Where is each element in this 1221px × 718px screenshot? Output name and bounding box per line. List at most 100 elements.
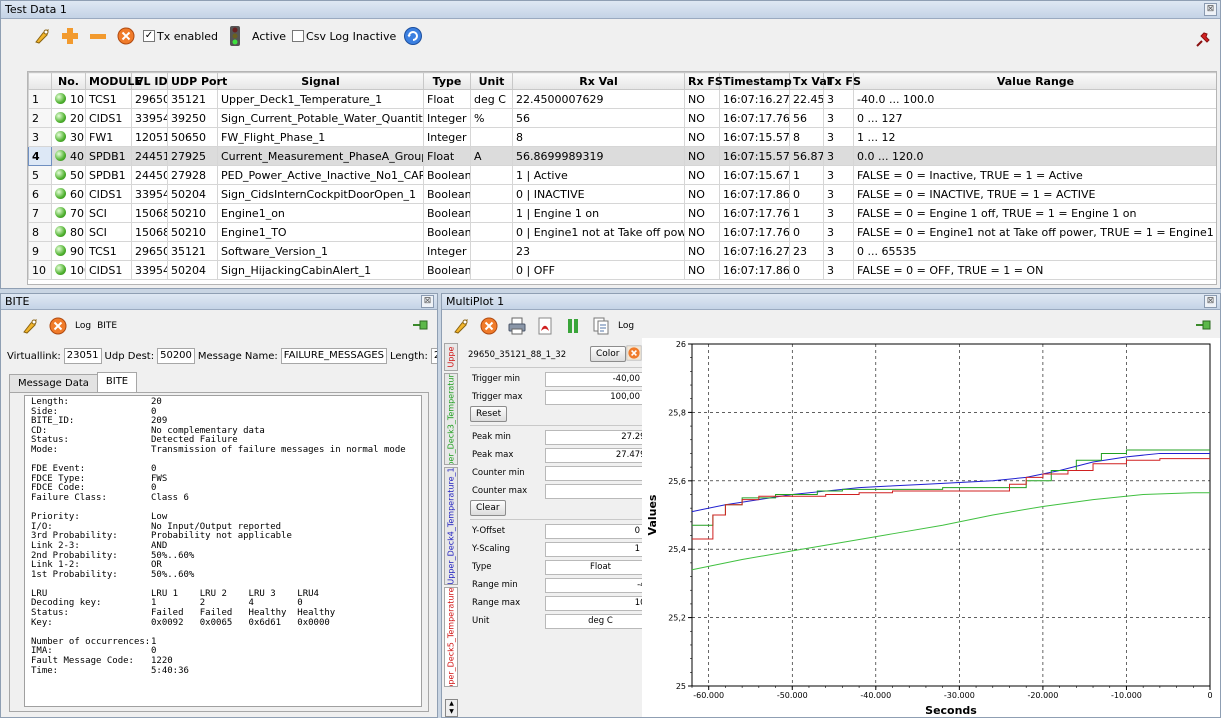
range-min-row: Range min-40 [472, 576, 656, 594]
trigger-min-input[interactable]: -40,00 [545, 371, 645, 387]
line-chart[interactable]: -60.000 -50.000 -40.000 -30.000 -20.000 -10.0… [642, 338, 1220, 718]
close-icon[interactable]: ⊠ [421, 295, 434, 308]
cell-type: Boolean [423, 203, 471, 223]
copy-icon[interactable] [590, 315, 612, 337]
bite-button[interactable]: BITE [97, 321, 117, 331]
print-icon[interactable] [506, 315, 528, 337]
row-number: 10 [70, 92, 84, 106]
bite-line: Time: 5:40:36 [31, 666, 415, 677]
connect-icon[interactable] [450, 315, 472, 337]
column-header[interactable]: MODULE [85, 72, 142, 90]
trigger-max-input[interactable]: 100,00 [545, 389, 645, 405]
table-row[interactable]: 4 40 SPDB1 24451 27925 Current_Measurement_Ph… [28, 146, 1216, 166]
bite-line: Number of occurrences: 1 [31, 637, 415, 648]
reset-button[interactable]: Reset [470, 406, 508, 422]
table-row[interactable]: 5 50 SPDB1 24450 27928 PED_Power_Active_Inact… [28, 165, 1216, 185]
cell-range: FALSE = 0 = OFF, TRUE = 1 = ON [853, 260, 1216, 280]
column-header[interactable]: Tx FS [823, 72, 861, 90]
cell-rxval: 22.4500007629 [512, 89, 685, 109]
table-row[interactable]: 9 90 TCS1 29650 35121 Software_Version_1 Integ… [28, 241, 1216, 261]
pin-icon[interactable] [1194, 31, 1212, 52]
traffic-light-icon[interactable] [224, 25, 246, 47]
remove-icon[interactable] [87, 25, 109, 47]
table-row[interactable]: 6 60 CIDS1 33954 50204 Sign_CidsInternCockpit… [28, 184, 1216, 204]
close-icon[interactable]: ⊠ [1204, 295, 1217, 308]
signal-tab[interactable]: Upper_Deck4_Temperature_1 [444, 467, 458, 585]
row-number: 100 [70, 263, 85, 277]
add-icon[interactable] [59, 25, 81, 47]
cell-txval: 0 [789, 184, 824, 204]
connect-icon[interactable] [19, 315, 41, 337]
column-header[interactable]: VL ID [131, 72, 168, 90]
cell-type: Integer [423, 108, 471, 128]
connect-icon[interactable] [31, 25, 53, 47]
udp-dest-field[interactable]: 50200 [157, 348, 195, 364]
column-header[interactable]: Rx Val [512, 72, 685, 90]
status-led-icon [55, 111, 66, 123]
multiplot-toolbar: Log [442, 314, 1220, 338]
bite-text-area[interactable]: Length: 20 Side: 0 BITE_ID: 209 CD: No compleme… [24, 395, 422, 707]
signal-tab[interactable]: Uppe [444, 343, 458, 371]
cell-module: CIDS1 [85, 108, 132, 128]
cell-no: 50 [51, 165, 86, 185]
cell-signal: Current_Measurement_PhaseA_Group65_2474_… [217, 146, 424, 166]
log-button[interactable]: Log [75, 321, 91, 331]
csv-log-checkbox[interactable]: Csv Log Inactive [292, 30, 396, 43]
remove-signal-icon[interactable] [626, 345, 642, 364]
cell-udp: 39250 [167, 108, 218, 128]
message-name-field[interactable]: FAILURE_MESSAGES [280, 348, 387, 364]
test-data-title: Test Data 1 [5, 3, 67, 16]
cell-txfs: 3 [823, 127, 854, 147]
cell-rxfs: NO [684, 184, 720, 204]
cell-no: 90 [51, 241, 86, 261]
cell-rxfs: NO [684, 89, 720, 109]
pause-icon[interactable] [562, 315, 584, 337]
tab-bite[interactable]: BITE [96, 372, 138, 392]
table-row[interactable]: 1 10 TCS1 29650 35121 Upper_Deck1_Temperature… [28, 89, 1216, 109]
cell-unit [470, 165, 513, 185]
y-scaling-input[interactable]: 1 [545, 541, 645, 557]
udp-dest-label: Udp Dest: [104, 350, 155, 362]
column-header[interactable]: Rx FS [684, 72, 723, 90]
column-header[interactable]: Signal [217, 72, 424, 90]
tab-scroll-buttons[interactable]: ▲ ▼ [445, 699, 458, 717]
stop-icon[interactable] [115, 25, 137, 47]
bite-line: Failure Class: Class 6 [31, 493, 415, 504]
close-icon[interactable]: ⊠ [1204, 3, 1217, 16]
pdf-export-icon[interactable] [534, 315, 556, 337]
cell-module: SPDB1 [85, 146, 132, 166]
cell-ts: 16:07:15.679000 [719, 165, 790, 185]
column-header[interactable]: Timestamp [719, 72, 792, 90]
stop-icon[interactable] [47, 315, 69, 337]
tab-message-data[interactable]: Message Data [9, 374, 98, 392]
signal-tab[interactable]: Upper_Deck5_Temperature_1 [444, 587, 458, 687]
table-row[interactable]: 8 80 SCI 15068 50210 Engine1_TO Boolean 0 | Eng… [28, 222, 1216, 242]
stop-icon[interactable] [478, 315, 500, 337]
cell-rxfs: NO [684, 165, 720, 185]
refresh-icon[interactable] [402, 25, 424, 47]
cell-udp: 35121 [167, 89, 218, 109]
table-row[interactable]: 10 100CIDS13395450204Sign_HijackingCabinA… [28, 260, 1216, 280]
signal-tab[interactable]: Upper_Deck3_Temperature_1 [444, 373, 458, 465]
table-row[interactable]: 2 20 CIDS1 33954 39250 Sign_Current_Potable_W… [28, 108, 1216, 128]
pin-icon[interactable] [411, 318, 429, 335]
column-header[interactable]: Type [423, 72, 471, 90]
log-button[interactable]: Log [618, 321, 634, 331]
tx-enabled-checkbox[interactable]: ✓ Tx enabled [143, 30, 218, 43]
virtuallink-field[interactable]: 23051 [63, 348, 102, 364]
color-button[interactable]: Color [590, 346, 626, 362]
y-offset-input[interactable]: 0 [545, 523, 645, 539]
column-header[interactable]: Unit [470, 72, 513, 90]
column-header[interactable]: Tx Val [789, 72, 831, 90]
message-name-label: Message Name: [197, 350, 278, 362]
column-header[interactable] [28, 72, 52, 90]
length-field[interactable]: 22 [430, 348, 437, 364]
pin-icon[interactable] [1194, 318, 1212, 335]
table-row[interactable]: 3 30 FW1 12051 50650 FW_Flight_Phase_1 Integer… [28, 127, 1216, 147]
active-status: Active [252, 29, 287, 43]
column-header[interactable]: Value Range [853, 72, 1216, 90]
table-row[interactable]: 7 70 SCI 15068 50210 Engine1_on Boolean 1 | Eng… [28, 203, 1216, 223]
clear-button[interactable]: Clear [470, 500, 506, 516]
column-header[interactable]: UDP Port [167, 72, 227, 90]
column-header[interactable]: No. [51, 72, 86, 90]
